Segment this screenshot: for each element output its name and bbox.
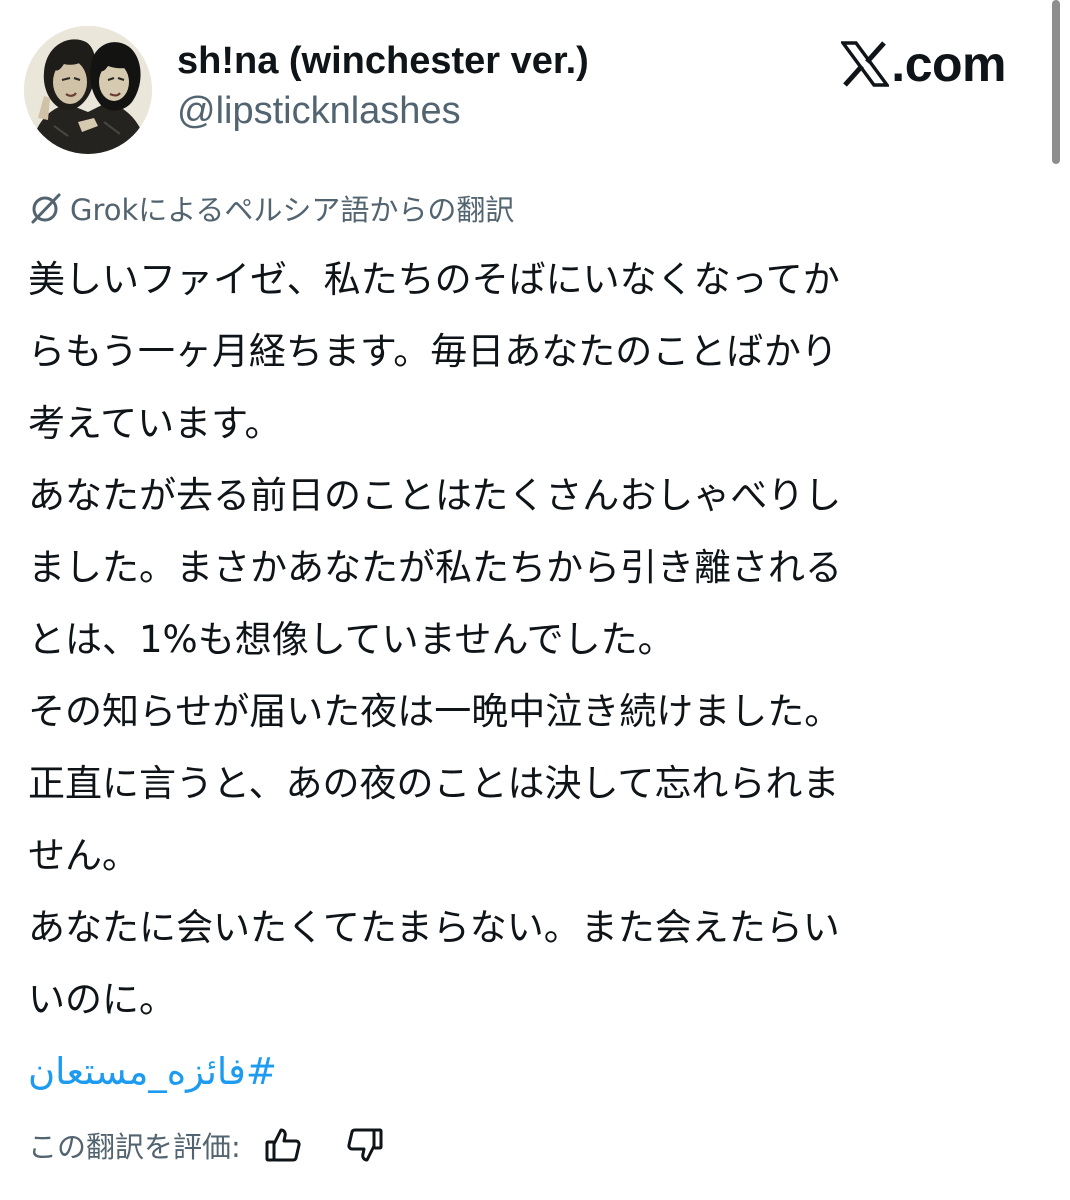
translation-rating: この翻訳を評価:	[28, 1120, 387, 1170]
tweet-text-line: 考えています。	[28, 402, 282, 445]
avatar[interactable]	[24, 26, 152, 154]
tweet-text-line: その知らせが届いた夜は一晩中泣き続けました。	[28, 690, 842, 733]
tweet-text-line: せん。	[28, 834, 139, 877]
grok-icon	[28, 191, 62, 225]
tweet-text-line: 正直に言うと、あの夜のことは決して忘れられま	[28, 762, 840, 805]
thumbs-up-icon	[263, 1125, 303, 1165]
avatar-illustration	[24, 26, 152, 154]
tweet-text-line: 美しいファイゼ、私たちのそばにいなくなってか	[28, 258, 840, 301]
tweet-text: 美しいファイゼ、私たちのそばにいなくなってか らもう一ヶ月経ちます。毎日あなたの…	[28, 244, 1038, 1036]
tweet-text-line: らもう一ヶ月経ちます。毎日あなたのことばかり	[28, 330, 838, 373]
tweet-text-line: とは、1%も想像していませんでした。	[28, 618, 675, 661]
tweet-header: sh!na (winchester ver.) @lipsticknlashes…	[24, 26, 1034, 156]
thumbs-down-icon	[345, 1125, 385, 1165]
translation-label: Grokによるペルシア語からの翻訳	[70, 193, 515, 227]
x-logo-icon	[841, 41, 890, 87]
thumbs-down-button[interactable]	[343, 1123, 387, 1167]
site-domain: .com	[891, 36, 1006, 92]
tweet-text-line: ました。まさかあなたが私たちから引き離される	[28, 546, 842, 589]
scrollbar[interactable]	[1052, 0, 1060, 164]
tweet-text-line: いのに。	[28, 978, 176, 1021]
hashtag-link[interactable]: #فائزه_مستعان	[28, 1044, 277, 1100]
tweet-text-line: あなたに会いたくてたまらない。また会えたらい	[28, 906, 840, 949]
thumbs-up-button[interactable]	[261, 1123, 305, 1167]
translation-attribution: Grokによるペルシア語からの翻訳	[28, 188, 514, 228]
author-handle[interactable]: @lipsticknlashes	[177, 88, 461, 134]
rating-label: この翻訳を評価:	[28, 1130, 241, 1164]
tweet-text-line: あなたが去る前日のことはたくさんおしゃべりし	[28, 474, 842, 517]
site-brand: .com	[841, 34, 1006, 94]
author-display-name[interactable]: sh!na (winchester ver.)	[177, 38, 589, 84]
